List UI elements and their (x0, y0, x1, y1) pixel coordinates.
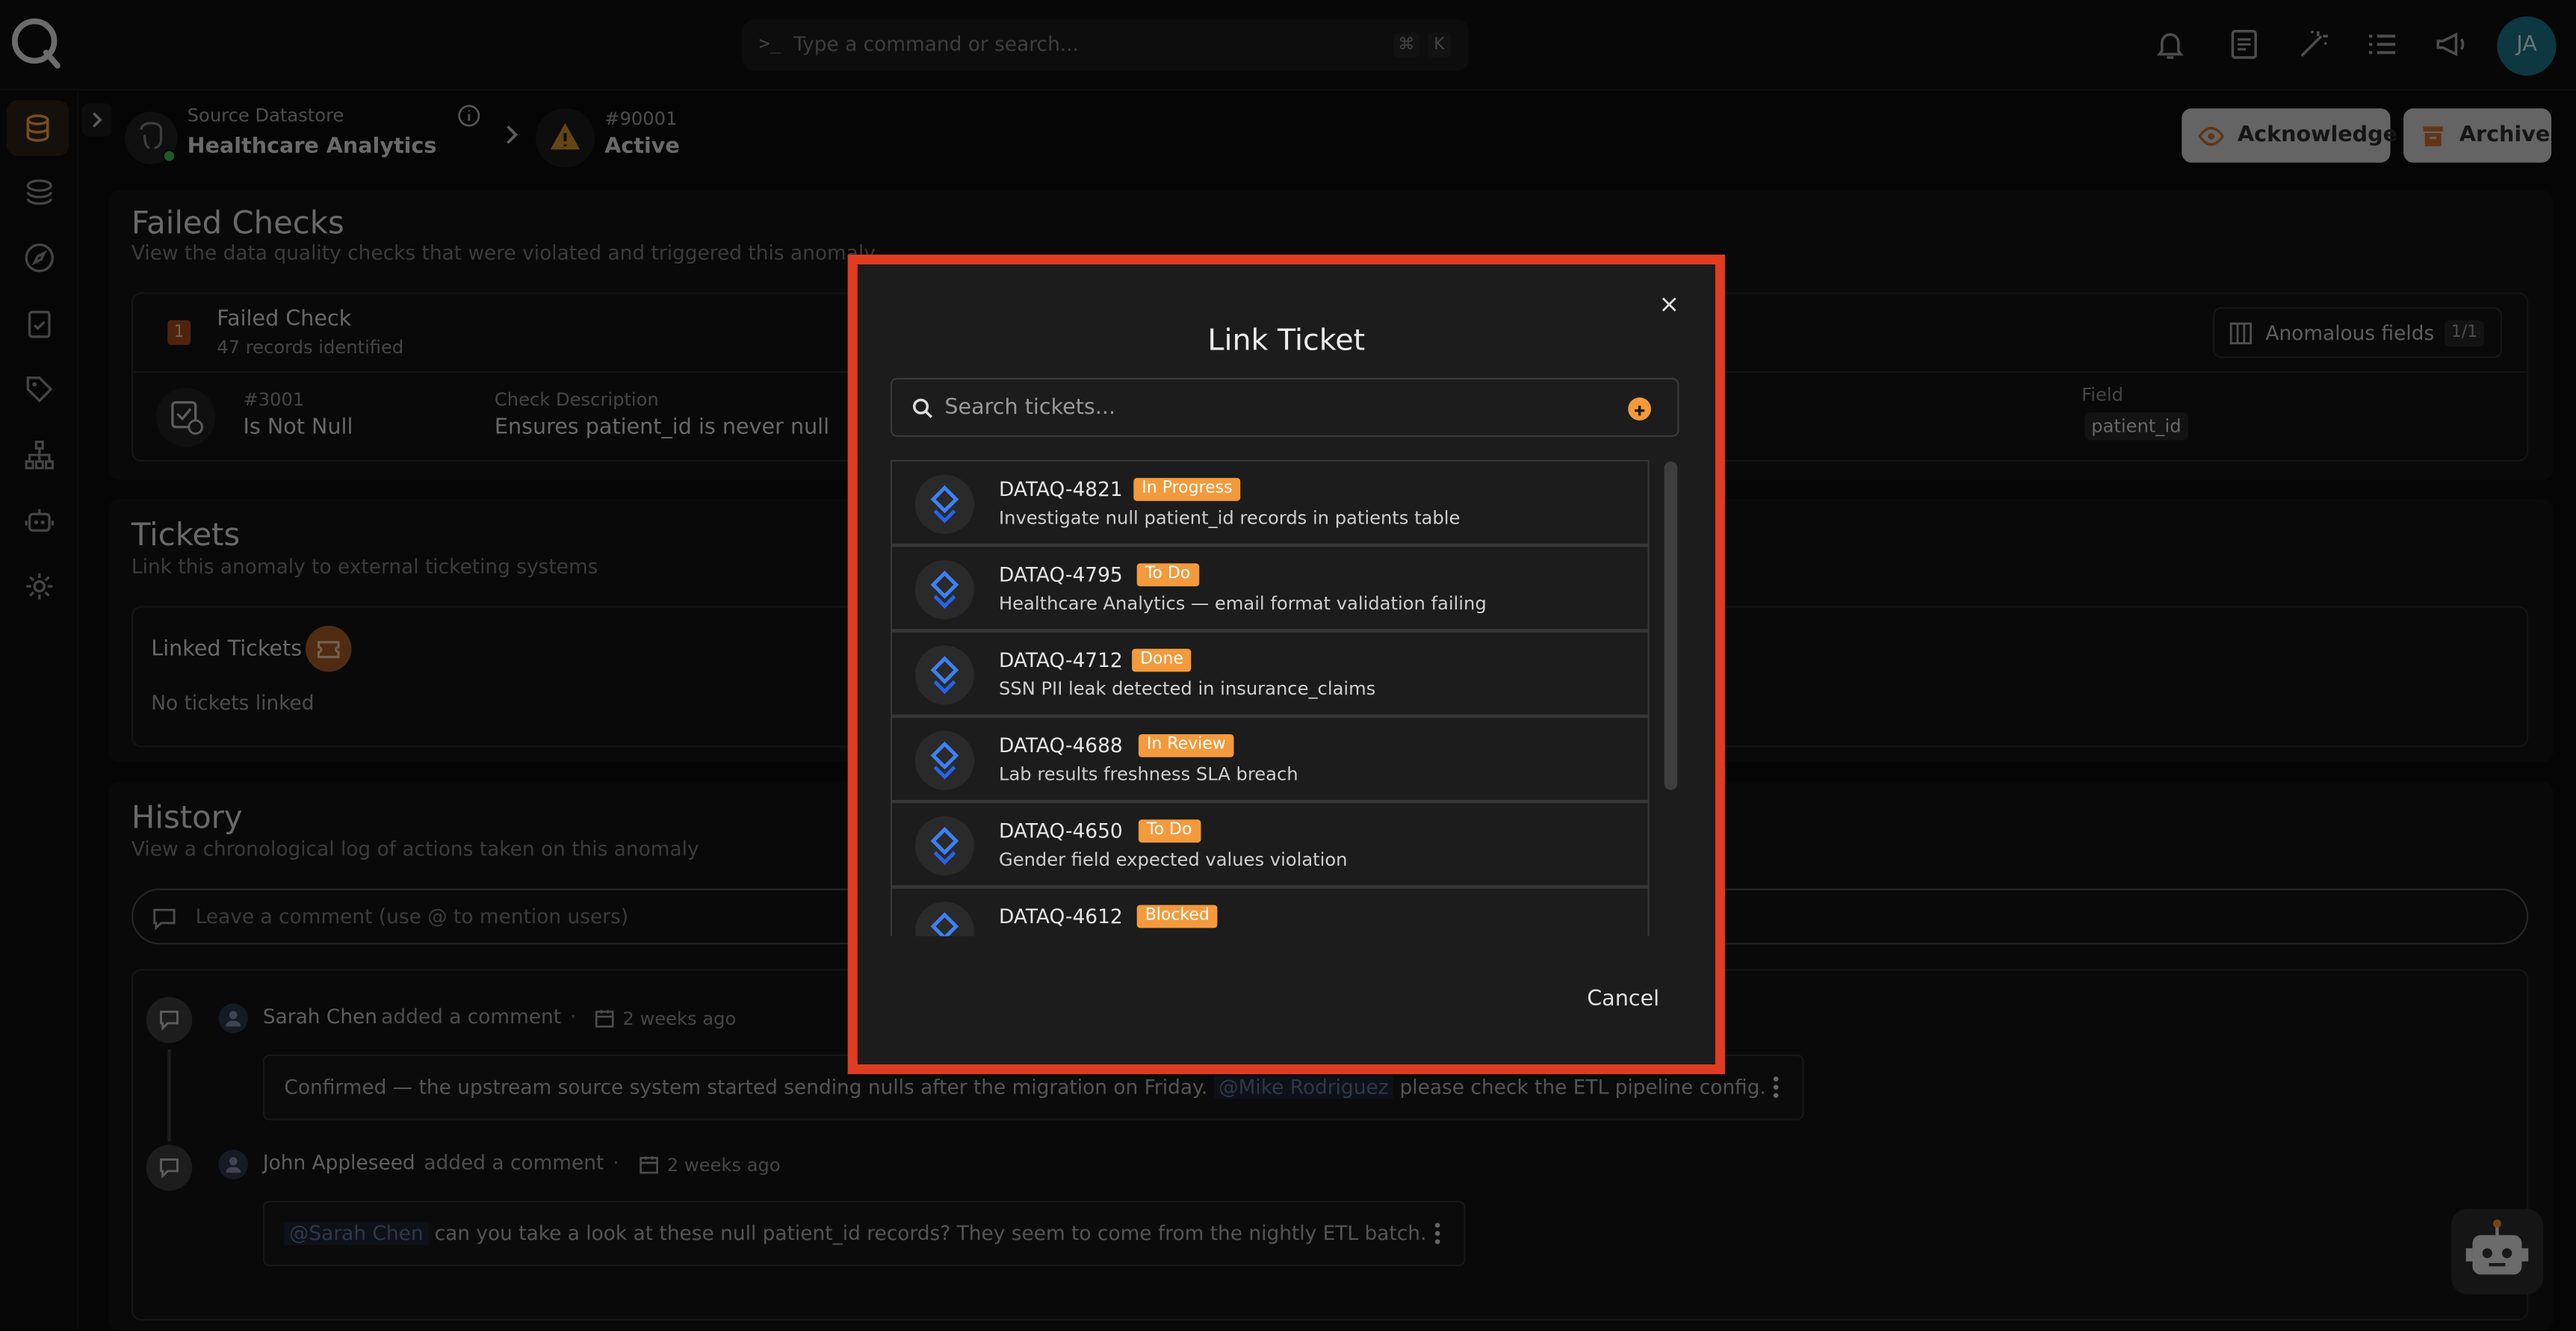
plus-icon (1634, 406, 1645, 416)
ticket-row[interactable]: DATAQ-4650 To Do Gender field expected v… (890, 801, 1650, 887)
ticket-row[interactable]: DATAQ-4712 Done SSN PII leak detected in… (890, 630, 1650, 716)
jira-icon (914, 816, 974, 876)
jira-icon (914, 559, 974, 620)
ticket-search-input[interactable]: Search tickets... (890, 377, 1679, 437)
cancel-button[interactable]: Cancel (1587, 987, 1659, 1012)
ticket-search-placeholder: Search tickets... (944, 395, 1116, 421)
ticket-key: DATAQ-4712 (998, 648, 1123, 672)
link-ticket-dialog: × Link Ticket Search tickets... DATAQ-48… (857, 264, 1715, 1064)
ticket-summary: Investigate null patient_id records in p… (998, 507, 1461, 530)
scrollbar-thumb[interactable] (1664, 461, 1678, 790)
ticket-status-badge: In Progress (1133, 477, 1241, 501)
ticket-summary: Gender field expected values violation (998, 848, 1348, 871)
ticket-key: DATAQ-4688 (998, 733, 1123, 757)
ticket-row[interactable]: DATAQ-4795 To Do Healthcare Analytics — … (890, 545, 1650, 631)
ticket-row[interactable]: DATAQ-4612 Blocked (890, 887, 1650, 937)
jira-icon (914, 645, 974, 705)
ticket-status-badge: In Review (1138, 733, 1234, 757)
ticket-status-badge: To Do (1136, 563, 1199, 587)
ticket-list: DATAQ-4821 In Progress Investigate null … (890, 459, 1650, 937)
ticket-summary: Healthcare Analytics — email format vali… (998, 592, 1487, 615)
ticket-summary: SSN PII leak detected in insurance_claim… (998, 678, 1376, 700)
app-window: >_ Type a command or search... ⌘ K JA (0, 0, 2576, 1331)
ticket-key: DATAQ-4795 (998, 563, 1123, 587)
close-icon: × (1659, 289, 1679, 319)
ticket-status-badge: To Do (1138, 819, 1201, 843)
jira-icon (914, 474, 974, 534)
ticket-key: DATAQ-4650 (998, 819, 1123, 843)
search-icon (912, 398, 933, 418)
close-button[interactable]: × (1656, 291, 1682, 317)
ticket-key: DATAQ-4612 (998, 905, 1123, 928)
ticket-status-badge: Done (1132, 648, 1192, 672)
ticket-status-badge: Blocked (1136, 905, 1218, 928)
dialog-title: Link Ticket (1207, 323, 1366, 359)
ticket-summary: Lab results freshness SLA breach (998, 763, 1298, 786)
ticket-row[interactable]: DATAQ-4688 In Review Lab results freshne… (890, 716, 1650, 802)
ticket-list-scrollbar[interactable] (1662, 460, 1679, 937)
jira-icon (914, 730, 974, 790)
ticket-key: DATAQ-4821 (998, 477, 1123, 501)
ticket-row[interactable]: DATAQ-4821 In Progress Investigate null … (890, 459, 1650, 546)
jira-icon (914, 902, 974, 937)
create-ticket-button[interactable] (1628, 397, 1651, 421)
